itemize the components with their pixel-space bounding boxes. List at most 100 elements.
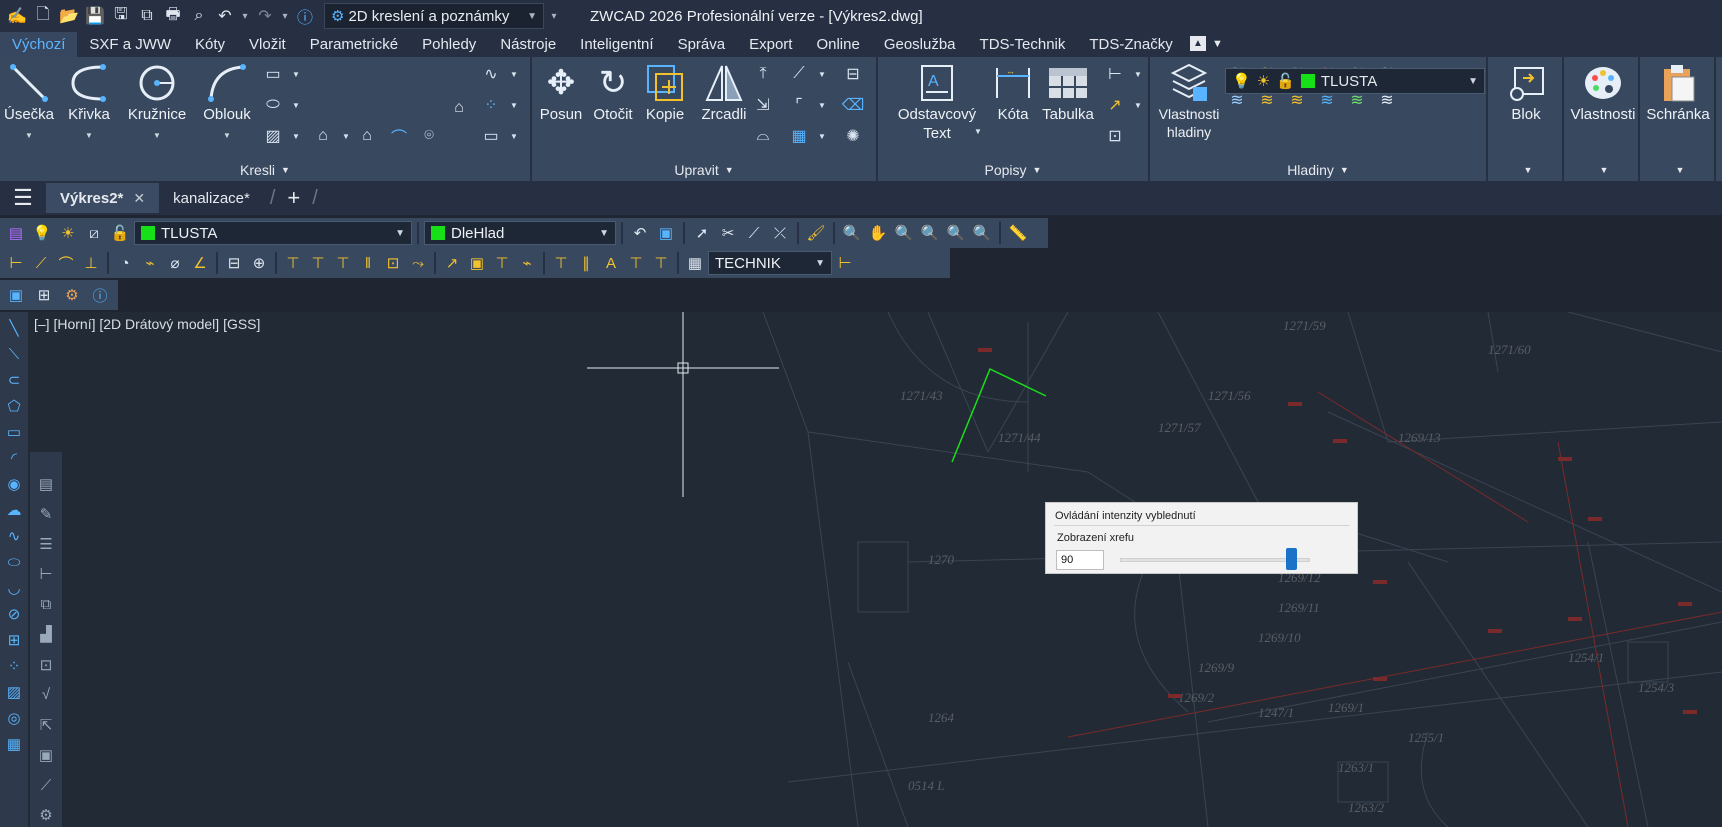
oblique-dim-icon[interactable]: ⊤ xyxy=(549,251,573,275)
panel-blok-title[interactable]: ▼ xyxy=(1488,159,1562,181)
region-icon[interactable]: ⌂ xyxy=(312,125,334,147)
panel-vlastnosti-title[interactable]: ▼ xyxy=(1564,159,1638,181)
undo-dropdown-icon[interactable]: ▾ xyxy=(238,3,252,29)
ribbon-tab[interactable]: TDS-Technik xyxy=(968,32,1078,57)
dimension-button[interactable]: ↔ Kóta xyxy=(990,61,1036,124)
hatch-icon[interactable]: ▨ xyxy=(262,125,284,147)
layer-tool-icon[interactable]: ▤ xyxy=(34,472,58,495)
color-dropdown[interactable]: DleHlad ▼ xyxy=(424,221,616,245)
doc-tab-vykres2[interactable]: Výkres2* ✕ xyxy=(46,183,160,213)
extend-icon[interactable]: ⟋ xyxy=(742,221,766,245)
drawing-area[interactable]: 1271/59 1271/60 1271/43 1271/56 1271/44 … xyxy=(28,312,1722,827)
tds-icon[interactable]: ▣ xyxy=(654,221,678,245)
customize-qat-icon[interactable]: ▾ xyxy=(544,3,564,29)
dimension-tool-icon[interactable]: ⊢ xyxy=(34,563,58,586)
green-polyline[interactable] xyxy=(951,367,1047,463)
help-icon[interactable]: ⓘ xyxy=(292,3,318,29)
point-icon[interactable]: ⁘ xyxy=(2,654,26,678)
inspect-dim-icon[interactable]: ⤳ xyxy=(406,251,430,275)
panel-upravit-title[interactable]: Upravit ▼ xyxy=(532,159,876,181)
attribute-tool-icon[interactable]: ⊡ xyxy=(34,653,58,676)
hatch-icon[interactable]: ▨ xyxy=(2,680,26,704)
diameter-dim-icon[interactable]: ⌀ xyxy=(163,251,187,275)
dim-break-icon[interactable]: ‖ xyxy=(356,251,380,275)
fade-slider-thumb[interactable] xyxy=(1286,548,1297,570)
layer-manager-icon[interactable]: ▤ xyxy=(4,221,28,245)
ribbon-tab[interactable]: Výchozí xyxy=(0,32,78,57)
trim-icon[interactable]: ⟋ xyxy=(788,63,810,85)
wipeout-icon[interactable]: ▭ xyxy=(480,125,502,147)
linear-dim-icon[interactable]: ⊢ xyxy=(1104,63,1126,85)
save-icon[interactable]: 💾 xyxy=(82,3,108,29)
construction-line-icon[interactable]: ⟍ xyxy=(2,342,26,366)
rotate-button[interactable]: ↻ Otočit xyxy=(590,61,636,124)
zoom-window-icon[interactable]: 🔍 xyxy=(918,221,942,245)
stretch-icon[interactable]: ⤒ xyxy=(752,63,774,85)
ribbon-options-icon[interactable]: ▼ xyxy=(1212,38,1223,50)
dim-text-angle-icon[interactable]: A xyxy=(599,251,623,275)
rectangle-icon[interactable]: ▭ xyxy=(2,420,26,444)
revcloud-icon[interactable]: ☁ xyxy=(2,498,26,522)
pan-zoom-icon[interactable]: 🔍 xyxy=(840,221,864,245)
help-icon[interactable]: ⓘ xyxy=(88,283,112,307)
properties-button[interactable]: Vlastnosti xyxy=(1568,61,1638,124)
match-properties-icon[interactable]: 🖌 xyxy=(804,221,828,245)
explode-icon[interactable]: ✺ xyxy=(842,125,864,147)
leader-icon[interactable]: ↗ xyxy=(440,251,464,275)
tds-settings-icon[interactable]: ⊞ xyxy=(32,283,56,307)
ribbon-layer-dropdown[interactable]: 💡 ☀ 🔓 TLUSTA ▼ xyxy=(1225,68,1485,94)
pgp-icon[interactable]: ▣ xyxy=(34,744,58,767)
layer-previous-icon[interactable]: ↶ xyxy=(628,221,652,245)
table-button[interactable]: Tabulka xyxy=(1040,61,1096,124)
make-block-icon[interactable]: ⊞ xyxy=(2,628,26,652)
edit-tool-icon[interactable]: ✎ xyxy=(34,502,58,525)
erase-icon[interactable]: ⌫ xyxy=(842,94,865,116)
radius-dim-icon[interactable]: ◔ xyxy=(113,251,137,275)
zwcad-logo-icon[interactable]: ✍ xyxy=(4,3,30,29)
layer-properties-button[interactable]: Vlastnosti hladiny xyxy=(1156,61,1222,141)
panel-kresli-title[interactable]: Kresli ▼ xyxy=(0,159,530,181)
scale-icon[interactable]: ⇲ xyxy=(752,94,774,116)
continue-dim-icon[interactable]: ⊤ xyxy=(306,251,330,275)
break-icon[interactable]: ⊟ xyxy=(842,63,864,85)
tolerance-icon[interactable]: ⊡ xyxy=(381,251,405,275)
minimize-ribbon-icon[interactable]: ▲ xyxy=(1190,36,1206,51)
spline-icon[interactable]: ∿ xyxy=(2,524,26,548)
fade-value-input[interactable]: 90 xyxy=(1056,550,1104,570)
copy-sheets-icon[interactable]: ⧉ xyxy=(134,3,160,29)
lock-icon[interactable]: 🔓 xyxy=(108,221,132,245)
line-button[interactable]: Úsečka ▼ xyxy=(4,61,54,145)
region-icon[interactable]: ◎ xyxy=(2,706,26,730)
ellipse-icon[interactable]: ⬭ xyxy=(2,550,26,574)
block-button[interactable]: Blok xyxy=(1496,61,1556,124)
trim-icon[interactable]: ✂ xyxy=(716,221,740,245)
baseline-dim-icon[interactable]: ⊤ xyxy=(281,251,305,275)
panel-popisy-title[interactable]: Popisy ▼ xyxy=(878,159,1148,181)
measure-tool-icon[interactable]: ⟋ xyxy=(34,774,58,797)
aligned-dim-icon[interactable]: ⟋ xyxy=(29,251,53,275)
linear-dim-icon[interactable]: ⊢ xyxy=(4,251,28,275)
ribbon-tab[interactable]: Parametrické xyxy=(298,32,410,57)
dim-space-icon[interactable]: ⊤ xyxy=(331,251,355,275)
zoom-realtime-icon[interactable]: 🔍 xyxy=(892,221,916,245)
boundary-icon[interactable]: ⌂ xyxy=(356,125,378,147)
ribbon-tab[interactable]: Nástroje xyxy=(488,32,568,57)
point-icon[interactable]: ⁘ xyxy=(480,94,502,116)
workspace-dropdown[interactable]: ⚙ 2D kreslení a poznámky ▼ xyxy=(324,3,544,29)
ribbon-tab[interactable]: Vložit xyxy=(237,32,298,57)
list-tool-icon[interactable]: ☰ xyxy=(34,532,58,555)
dim-style-dropdown[interactable]: TECHNIK ▼ xyxy=(708,251,832,275)
pan-icon[interactable]: ✋ xyxy=(866,221,890,245)
undo-icon[interactable]: ↶ xyxy=(212,3,238,29)
dim-edit-icon[interactable]: ▣ xyxy=(465,251,489,275)
polygon-icon[interactable]: ⬠ xyxy=(2,394,26,418)
leader-icon[interactable]: ↗ xyxy=(1104,94,1126,116)
ordinate-dim-icon[interactable]: ⊥ xyxy=(79,251,103,275)
offset-icon[interactable]: ⌓ xyxy=(752,125,774,147)
circle-icon[interactable]: ◉ xyxy=(2,472,26,496)
redo-icon[interactable]: ↷ xyxy=(252,3,278,29)
preview-icon[interactable]: ⌕ xyxy=(186,3,212,29)
spline-fit-icon[interactable]: ⌒ xyxy=(388,125,410,147)
line-icon[interactable]: ╲ xyxy=(2,316,26,340)
ribbon-tab[interactable]: TDS-Značky xyxy=(1077,32,1184,57)
